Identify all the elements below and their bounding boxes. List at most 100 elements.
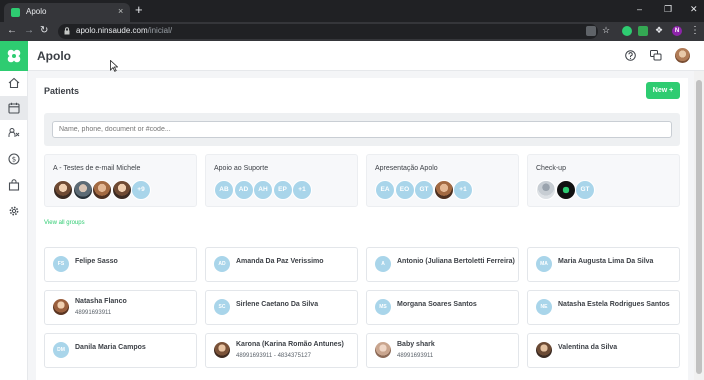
address-bar: ← → ↻ apolo.ninsaude.com/inicial/ ☆ ❖ N … [0,22,704,41]
group-card[interactable]: Apresentação Apolo EA EO GT +1 [366,154,519,207]
sidebar-item-store[interactable] [0,173,28,197]
sidebar-item-calendar[interactable] [0,96,28,120]
bag-icon [8,179,20,191]
group-card[interactable]: Apoio ao Suporte AB AD AH EP +1 [205,154,358,207]
back-icon[interactable]: ← [7,25,17,36]
group-member-avatar [92,180,112,200]
new-patient-button[interactable]: New + [646,82,680,99]
patient-name: Baby shark [397,341,435,348]
calendar-icon [8,102,20,114]
patient-search-input[interactable] [52,121,672,138]
group-member-avatar: GT [414,180,434,200]
maximize-button[interactable]: ❐ [664,4,672,15]
patient-avatar [375,342,391,358]
extension-grammarly-icon[interactable] [622,26,632,36]
patient-phone: 48991693911 [397,353,434,359]
mouse-cursor-icon [110,60,118,72]
home-icon [8,77,20,89]
patient-avatar: FS [53,256,69,272]
group-member-avatar [53,180,73,200]
translate-icon[interactable] [586,26,596,36]
app-header: Apolo [0,41,704,71]
patient-avatar [214,342,230,358]
group-member-avatar [111,180,132,200]
patient-avatar: NE [536,299,552,315]
group-member-avatar [433,180,454,200]
url-path: /inicial/ [147,26,173,35]
reload-icon[interactable]: ↻ [40,25,48,36]
new-tab-button[interactable]: + [135,3,143,17]
patient-card[interactable]: A Antonio (Juliana Bertoletti Ferreira) [366,247,519,282]
browser-tab-strip: Apolo × + – ❐ ✕ [0,0,704,22]
patient-card[interactable]: AD Amanda Da Paz Verissimo [205,247,358,282]
patient-card[interactable]: Valentina da Silva [527,333,680,368]
patient-card[interactable]: Baby shark 48991693911 [366,333,519,368]
bookmark-star-icon[interactable]: ☆ [602,25,610,36]
minimize-button[interactable]: – [637,4,642,14]
clover-logo-icon [7,49,21,63]
tab-title: Apolo [26,7,47,16]
patient-card[interactable]: FS Felipe Sasso [44,247,197,282]
patient-phone: 48991693911 [75,310,112,316]
patient-name: Amanda Da Paz Verissimo [236,258,324,265]
group-card[interactable]: A - Testes de e-mail Michele +9 [44,154,197,207]
group-name: Apoio ao Suporte [214,165,269,172]
browser-menu-icon[interactable]: ⋮ [690,25,700,36]
patient-card[interactable]: Karona (Karina Romão Antunes) 48991693911… [205,333,358,368]
logo[interactable] [0,41,28,71]
chat-icon[interactable] [650,50,662,61]
patient-name: Karona (Karina Romão Antunes) [236,341,344,348]
patient-avatar: DM [53,342,69,358]
patient-name: Felipe Sasso [75,258,118,265]
sidebar-item-home[interactable] [0,71,28,95]
tab-close-icon[interactable]: × [118,6,123,16]
group-member-avatar: AH [253,180,273,200]
patient-phone: 48991693911 - 4834375127 [236,353,311,359]
patient-name: Natasha Flanco [75,298,127,305]
sidebar-item-settings[interactable] [0,199,28,223]
patient-card[interactable]: MA Maria Augusta Lima Da Silva [527,247,680,282]
favicon-icon [11,8,20,17]
group-name: A - Testes de e-mail Michele [53,165,141,172]
group-card[interactable]: Check-up GT [527,154,680,207]
user-avatar[interactable] [675,48,690,63]
group-member-avatar: AD [233,180,254,200]
group-member-avatar: +1 [292,180,312,200]
patient-avatar [53,299,69,315]
forward-icon[interactable]: → [24,25,34,36]
page-title: Patients [44,86,80,96]
extensions-puzzle-icon[interactable]: ❖ [655,25,663,36]
url-host: apolo.ninsaude.com [76,26,148,35]
patient-name: Valentina da Silva [558,344,618,351]
group-member-avatar: EP [272,180,293,200]
view-all-groups-link[interactable]: View all groups [44,220,85,226]
patient-name: Sirlene Caetano Da Silva [236,301,319,308]
app-title: Apolo [37,49,71,63]
patient-card[interactable]: NE Natasha Estela Rodrigues Santos [527,290,680,325]
sidebar-item-patients[interactable] [0,121,28,145]
help-icon[interactable] [625,50,636,61]
group-name: Apresentação Apolo [375,165,438,172]
close-window-button[interactable]: ✕ [690,4,698,15]
sidebar-item-finance[interactable]: $ [0,147,28,171]
sidebar: $ [0,71,28,380]
patient-card[interactable]: MS Morgana Soares Santos [366,290,519,325]
url-field[interactable]: apolo.ninsaude.com/inicial/ [58,24,598,39]
group-member-avatar: GT [575,180,595,200]
group-member-avatar: AB [214,180,234,200]
patient-card[interactable]: DM Danila Maria Campos [44,333,197,368]
patient-name: Natasha Estela Rodrigues Santos [558,301,670,308]
browser-tab[interactable]: Apolo × [4,3,130,22]
patient-card[interactable]: Natasha Flanco 48991693911 [44,290,197,325]
group-member-avatar [72,180,93,200]
profile-avatar[interactable]: N [672,26,682,36]
patient-name: Morgana Soares Santos [397,301,477,308]
scrollbar-thumb[interactable] [696,80,702,374]
extension-icon[interactable] [638,26,648,36]
group-member-avatar: EA [375,180,395,200]
patient-avatar [536,342,552,358]
patient-name: Maria Augusta Lima Da Silva [558,258,654,265]
patient-name: Danila Maria Campos [75,344,146,351]
lock-icon [64,27,70,35]
patient-card[interactable]: SC Sirlene Caetano Da Silva [205,290,358,325]
